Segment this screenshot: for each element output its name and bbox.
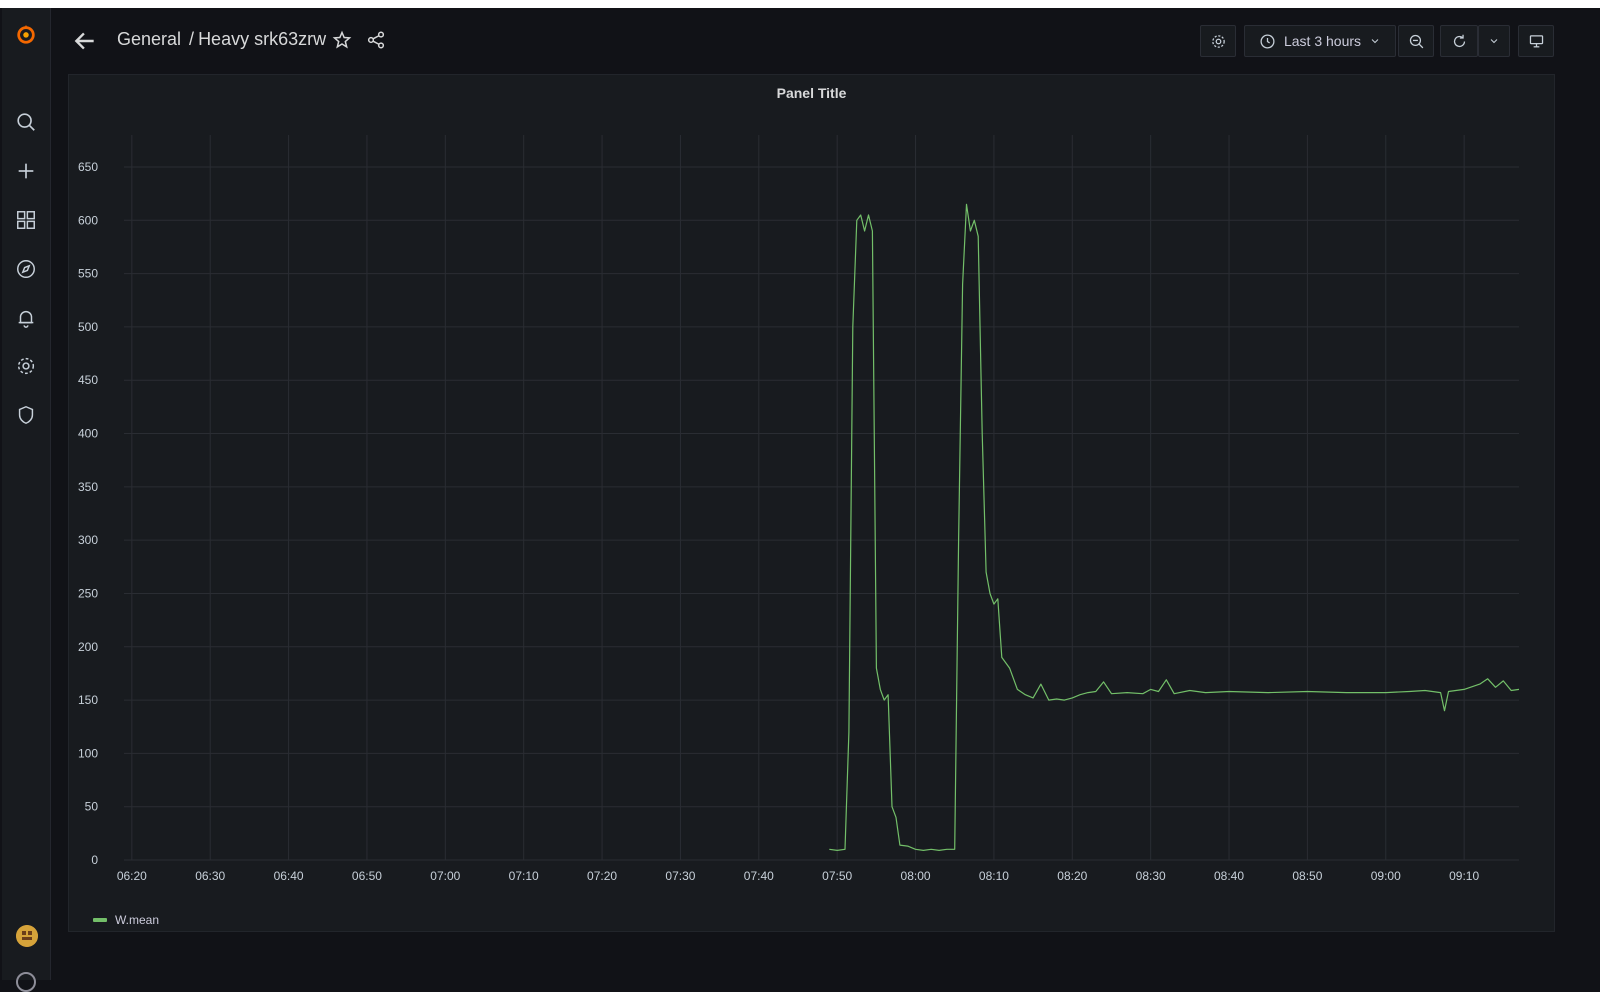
y-tick-label: 450 (78, 373, 98, 387)
x-tick-label: 08:20 (1057, 869, 1087, 883)
share-icon[interactable] (366, 30, 386, 50)
zoom-out-icon (1409, 34, 1423, 48)
y-tick-label: 400 (78, 427, 98, 441)
plus-icon[interactable] (14, 159, 38, 183)
x-tick-label: 09:10 (1449, 869, 1479, 883)
x-tick-label: 08:10 (979, 869, 1009, 883)
breadcrumb: General / Heavy srk63zrw (117, 29, 326, 50)
breadcrumb-separator: / (189, 29, 195, 49)
configuration-gear-icon[interactable] (14, 354, 38, 378)
tv-mode-button[interactable] (1518, 25, 1554, 57)
chevron-down-icon (1490, 39, 1498, 44)
search-icon[interactable] (14, 110, 38, 134)
x-tick-label: 08:50 (1292, 869, 1322, 883)
x-tick-label: 08:30 (1136, 869, 1166, 883)
server-admin-shield-icon[interactable] (14, 403, 38, 427)
grafana-logo-icon[interactable] (14, 22, 38, 46)
y-tick-label: 550 (78, 267, 98, 281)
x-tick-label: 07:10 (509, 869, 539, 883)
back-arrow-icon[interactable] (72, 28, 98, 54)
x-tick-label: 07:30 (665, 869, 695, 883)
y-tick-label: 150 (78, 693, 98, 707)
x-tick-label: 07:50 (822, 869, 852, 883)
star-icon[interactable] (332, 30, 352, 50)
y-tick-label: 650 (78, 160, 98, 174)
legend-item[interactable]: W.mean (93, 913, 159, 927)
legend-series-name: W.mean (115, 913, 160, 927)
y-tick-label: 50 (85, 800, 99, 814)
dashboard-header: General / Heavy srk63zrw Last 3 hours (50, 8, 1600, 72)
breadcrumb-dashboard-title[interactable]: Heavy srk63zrw (198, 29, 326, 50)
x-tick-label: 06:50 (352, 869, 382, 883)
x-tick-label: 07:40 (744, 869, 774, 883)
dashboards-icon[interactable] (14, 208, 38, 232)
y-tick-label: 100 (78, 746, 98, 760)
x-tick-label: 06:20 (117, 869, 147, 883)
user-avatar[interactable] (16, 925, 38, 947)
dashboard-settings-button[interactable] (1200, 25, 1236, 57)
legend-color-swatch (93, 918, 107, 922)
time-range-label: Last 3 hours (1283, 33, 1362, 49)
y-tick-label: 0 (91, 853, 98, 867)
y-tick-label: 600 (78, 213, 98, 227)
x-tick-label: 07:00 (430, 869, 460, 883)
alerting-bell-icon[interactable] (14, 306, 38, 330)
y-tick-label: 250 (78, 586, 98, 600)
x-tick-label: 08:00 (901, 869, 931, 883)
chevron-down-icon (1371, 39, 1379, 44)
breadcrumb-folder[interactable]: General (117, 29, 181, 50)
settings-gear-icon (1211, 34, 1225, 48)
graph-panel[interactable]: Panel Title 0 50 100 150 200 250 300 350 400 450 5… (68, 74, 1555, 932)
y-tick-label: 350 (78, 480, 98, 494)
refresh-interval-dropdown[interactable] (1478, 25, 1510, 57)
x-tick-label: 06:40 (274, 869, 304, 883)
y-tick-label: 500 (78, 320, 98, 334)
monitor-icon (1529, 34, 1543, 47)
x-tick-label: 07:20 (587, 869, 617, 883)
time-series-chart[interactable]: 0 50 100 150 200 250 300 350 400 450 500 550 600 650 0… (69, 75, 1556, 933)
window-top-strip (0, 0, 1600, 8)
explore-compass-icon[interactable] (14, 257, 38, 281)
clock-icon (1260, 33, 1275, 49)
refresh-icon (1453, 34, 1465, 47)
x-tick-label: 06:30 (195, 869, 225, 883)
zoom-out-button[interactable] (1398, 25, 1434, 57)
refresh-button[interactable] (1440, 25, 1478, 57)
help-icon[interactable] (16, 972, 36, 992)
side-menu (2, 8, 51, 992)
x-tick-label: 09:00 (1371, 869, 1401, 883)
y-tick-label: 300 (78, 533, 98, 547)
time-range-picker[interactable]: Last 3 hours (1244, 25, 1396, 57)
x-tick-label: 08:40 (1214, 869, 1244, 883)
y-tick-label: 200 (78, 640, 98, 654)
